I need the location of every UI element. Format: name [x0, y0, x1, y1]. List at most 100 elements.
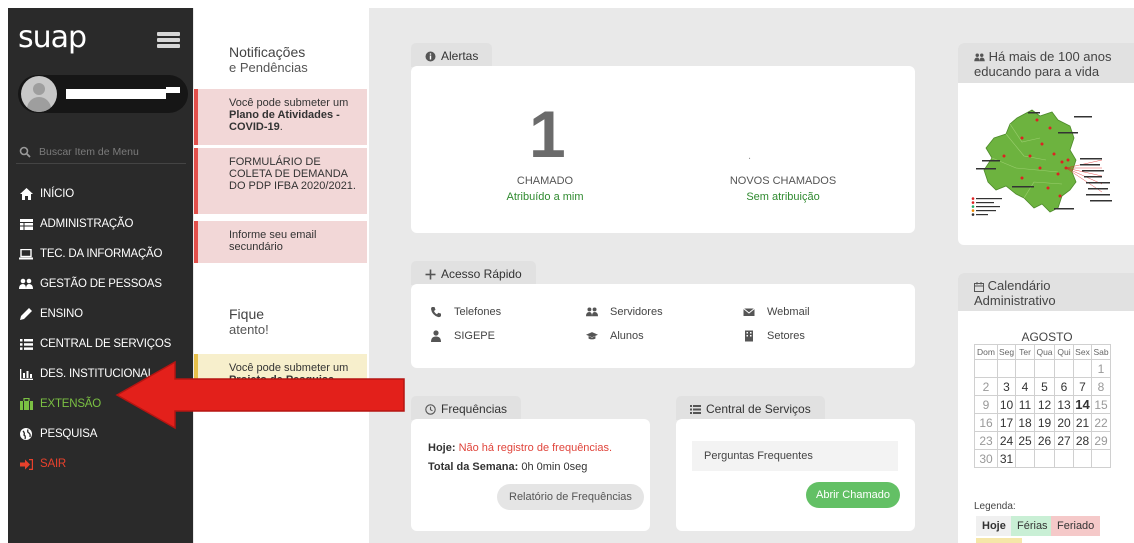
- calendar-day[interactable]: 28: [1073, 431, 1092, 450]
- sidebar-item-administracao[interactable]: ADMINISTRAÇÃO: [8, 209, 193, 239]
- weekday-header: Seg: [997, 344, 1016, 360]
- info-circle-icon: [425, 51, 436, 61]
- calendar-day[interactable]: [1054, 449, 1074, 468]
- users-icon: [586, 307, 598, 317]
- calendar-day[interactable]: 6: [1054, 377, 1074, 396]
- calendar-day[interactable]: 13: [1054, 395, 1074, 414]
- sidebar-item-ensino[interactable]: ENSINO: [8, 299, 193, 329]
- quick-link-sigepe[interactable]: SIGEPE: [430, 330, 495, 342]
- quick-link-label: Telefones: [454, 306, 502, 318]
- calendar-day[interactable]: 22: [1091, 413, 1111, 432]
- today-row: Hoje: Não há registro de frequências.: [428, 442, 612, 454]
- tab-central-servicos: Central de Serviços: [676, 396, 825, 420]
- legend-holiday: Feriado: [1051, 516, 1101, 536]
- sidebar-item-gestao-pessoas[interactable]: GESTÃO DE PESSOAS: [8, 269, 193, 299]
- calendar-day[interactable]: [1015, 359, 1035, 378]
- quick-link-webmail[interactable]: Webmail: [743, 306, 810, 318]
- calendar-day[interactable]: [997, 359, 1016, 378]
- calendar-day[interactable]: [1091, 449, 1111, 468]
- calendar-day[interactable]: 30: [974, 449, 998, 468]
- calendar-grid: Dom Seg Ter Qua Qui Sex Sab 1 2 3 4 5 6 …: [974, 344, 1111, 468]
- globe-icon: [19, 427, 33, 441]
- calendar-day[interactable]: [1034, 449, 1055, 468]
- calendar-day[interactable]: 31: [997, 449, 1016, 468]
- calendar-day[interactable]: 25: [1015, 431, 1035, 450]
- chamado-link[interactable]: Atribuído a mim: [455, 191, 635, 203]
- avatar: [21, 76, 57, 112]
- calendar-day[interactable]: 23: [974, 431, 998, 450]
- frequency-report-button[interactable]: Relatório de Frequências: [497, 484, 644, 510]
- calendar-day[interactable]: 8: [1091, 377, 1111, 396]
- calendar-day[interactable]: 11: [1015, 395, 1035, 414]
- user-profile[interactable]: [18, 75, 188, 113]
- users-icon: [974, 53, 985, 62]
- calendar-day[interactable]: 27: [1054, 431, 1074, 450]
- calendar-day[interactable]: 26: [1034, 431, 1055, 450]
- faq-link[interactable]: Perguntas Frequentes: [692, 441, 898, 471]
- quick-link-label: Setores: [767, 330, 805, 342]
- notification-pdp-form[interactable]: FORMULÁRIO DE COLETA DE DEMANDA DO PDP I…: [194, 148, 367, 214]
- sidebar-item-tec-informacao[interactable]: TEC. DA INFORMAÇÃO: [8, 239, 193, 269]
- chamado-count: 1: [529, 97, 566, 171]
- calendar-day[interactable]: 9: [974, 395, 998, 414]
- sidebar-item-label: PESQUISA: [40, 428, 98, 440]
- sidebar-item-inicio[interactable]: INÍCIO: [8, 179, 193, 209]
- notification-secondary-email[interactable]: Informe seu email secundário: [194, 221, 367, 263]
- open-ticket-button[interactable]: Abrir Chamado: [806, 482, 900, 508]
- tab-acesso-rapido: Acesso Rápido: [411, 261, 536, 285]
- page: suap INÍCIO ADMINISTRAÇÃO TEC. DA INFORM…: [0, 0, 1134, 543]
- weekday-header: Ter: [1015, 344, 1035, 360]
- weekday-header: Sab: [1091, 344, 1111, 360]
- quick-link-setores[interactable]: Setores: [743, 330, 805, 342]
- quick-link-alunos[interactable]: Alunos: [586, 330, 644, 342]
- notification-covid-plan[interactable]: Você pode submeter um Plano de Atividade…: [194, 89, 367, 145]
- calendar-day[interactable]: 24: [997, 431, 1016, 450]
- calendar-title: Calendário Administrativo: [974, 278, 1104, 308]
- sidebar: suap INÍCIO ADMINISTRAÇÃO TEC. DA INFORM…: [8, 8, 193, 543]
- notification-text: FORMULÁRIO DE COLETA DE DEMANDA DO PDP I…: [229, 156, 356, 192]
- calendar-day[interactable]: 7: [1073, 377, 1092, 396]
- tab-alertas: Alertas: [411, 43, 493, 67]
- tab-label: Acesso Rápido: [441, 267, 522, 281]
- calendar-weekdays: Dom Seg Ter Qua Qui Sex Sab: [974, 344, 1111, 360]
- calendar-icon: [974, 281, 984, 292]
- calendar-day[interactable]: 1: [1091, 359, 1111, 378]
- calendar-day[interactable]: 12: [1034, 395, 1055, 414]
- calendar-day[interactable]: 20: [1054, 413, 1074, 432]
- calendar-day[interactable]: 29: [1091, 431, 1111, 450]
- tab-label: Central de Serviços: [706, 402, 811, 416]
- hamburger-menu-icon[interactable]: [157, 32, 180, 49]
- calendar-title-text: Calendário Administrativo: [974, 278, 1056, 308]
- briefcase-icon: [19, 397, 33, 411]
- graduation-cap-icon: [586, 332, 598, 340]
- history-title: Há mais de 100 anos educando para a vida: [974, 49, 1132, 79]
- quick-link-telefones[interactable]: Telefones: [430, 306, 501, 318]
- calendar-day[interactable]: 17: [997, 413, 1016, 432]
- calendar-day[interactable]: [1073, 359, 1092, 378]
- calendar-day[interactable]: 21: [1073, 413, 1092, 432]
- sidebar-item-sair[interactable]: SAIR: [8, 449, 193, 479]
- calendar-day[interactable]: 4: [1015, 377, 1035, 396]
- calendar-day[interactable]: [1073, 449, 1092, 468]
- calendar-day[interactable]: [1034, 359, 1055, 378]
- calendar-day[interactable]: 3: [997, 377, 1016, 396]
- bar-chart-icon: [19, 367, 33, 381]
- calendar-day[interactable]: [974, 359, 998, 378]
- calendar-day[interactable]: 19: [1034, 413, 1055, 432]
- list-icon: [690, 404, 701, 414]
- calendar-day[interactable]: 18: [1015, 413, 1035, 432]
- calendar-day[interactable]: [1015, 449, 1035, 468]
- quick-link-servidores[interactable]: Servidores: [586, 306, 663, 318]
- calendar-day[interactable]: 16: [974, 413, 998, 432]
- calendar-day[interactable]: [1054, 359, 1074, 378]
- calendar-day[interactable]: 10: [997, 395, 1016, 414]
- calendar-day[interactable]: 2: [974, 377, 998, 396]
- calendar-day[interactable]: 15: [1091, 395, 1111, 414]
- search-input[interactable]: [39, 145, 179, 158]
- novos-link[interactable]: Sem atribuição: [693, 191, 873, 203]
- sidebar-item-central-servicos[interactable]: CENTRAL DE SERVIÇOS: [8, 329, 193, 359]
- legend-today: Hoje: [976, 516, 1012, 536]
- calendar-day[interactable]: 5: [1034, 377, 1055, 396]
- app-logo[interactable]: suap: [18, 20, 87, 55]
- calendar-day-today[interactable]: 14: [1073, 395, 1092, 414]
